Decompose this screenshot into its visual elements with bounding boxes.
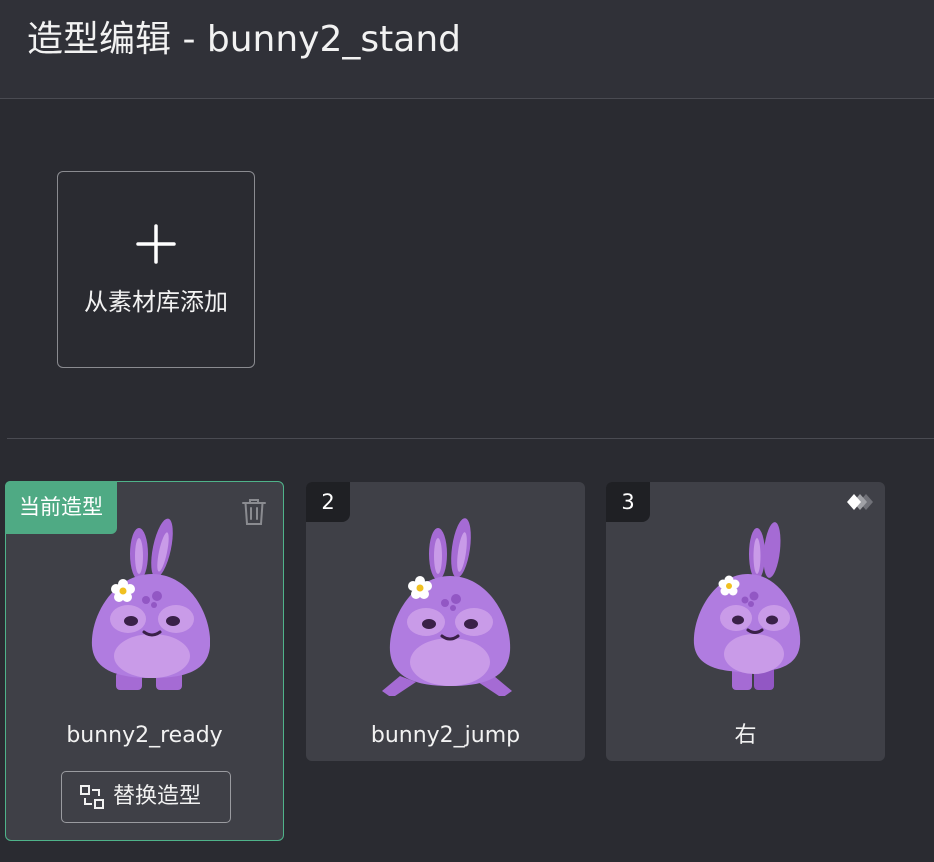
costume-name: 右 bbox=[734, 723, 757, 748]
costume-name: bunny2_ready bbox=[66, 723, 223, 748]
costume-number-badge: 2 bbox=[306, 482, 350, 522]
costume-name: bunny2_jump bbox=[370, 723, 521, 748]
trash-icon[interactable] bbox=[241, 498, 267, 526]
add-from-library-label: 从素材库添加 bbox=[84, 288, 228, 316]
current-costume-badge: 当前造型 bbox=[5, 481, 117, 534]
divider bbox=[7, 438, 934, 439]
animation-layers-icon bbox=[847, 494, 873, 510]
plus-icon bbox=[136, 224, 176, 264]
costume-number-badge: 3 bbox=[606, 482, 650, 522]
replace-costume-button[interactable]: 替换造型 bbox=[61, 771, 231, 823]
bunny-ready-thumbnail bbox=[91, 518, 210, 690]
header: 造型编辑 - bunny2_stand bbox=[0, 0, 934, 99]
costume-card-bunny2-jump[interactable]: 2 bunny2_jump bbox=[306, 482, 585, 761]
page-title: 造型编辑 - bunny2_stand bbox=[27, 19, 461, 60]
costume-card-right[interactable]: 3 右 bbox=[606, 482, 885, 761]
swap-icon bbox=[80, 785, 104, 809]
bunny-right-thumbnail bbox=[693, 522, 801, 690]
replace-costume-label: 替换造型 bbox=[113, 784, 202, 809]
costume-card-bunny2-ready[interactable]: 当前造型 bunny2_ready 替换造型 bbox=[5, 481, 284, 841]
bunny-jump-thumbnail bbox=[382, 518, 512, 696]
add-from-library-button[interactable]: 从素材库添加 bbox=[57, 171, 255, 368]
